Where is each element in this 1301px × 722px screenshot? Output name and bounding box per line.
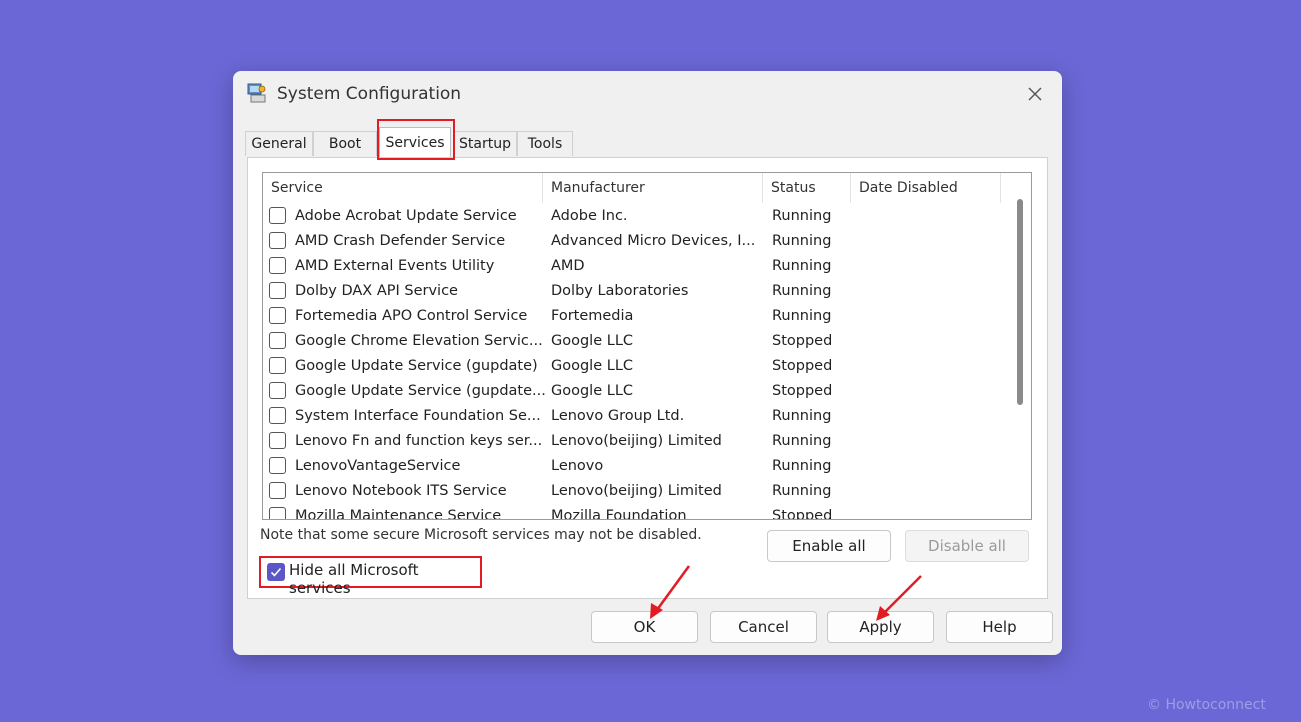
watermark: © Howtoconnect [1147,697,1266,713]
annotation-arrows [650,565,922,621]
arrow-to-ok-icon [650,565,691,619]
tab-services[interactable]: Services [379,127,451,157]
arrow-to-apply-icon [876,575,922,621]
